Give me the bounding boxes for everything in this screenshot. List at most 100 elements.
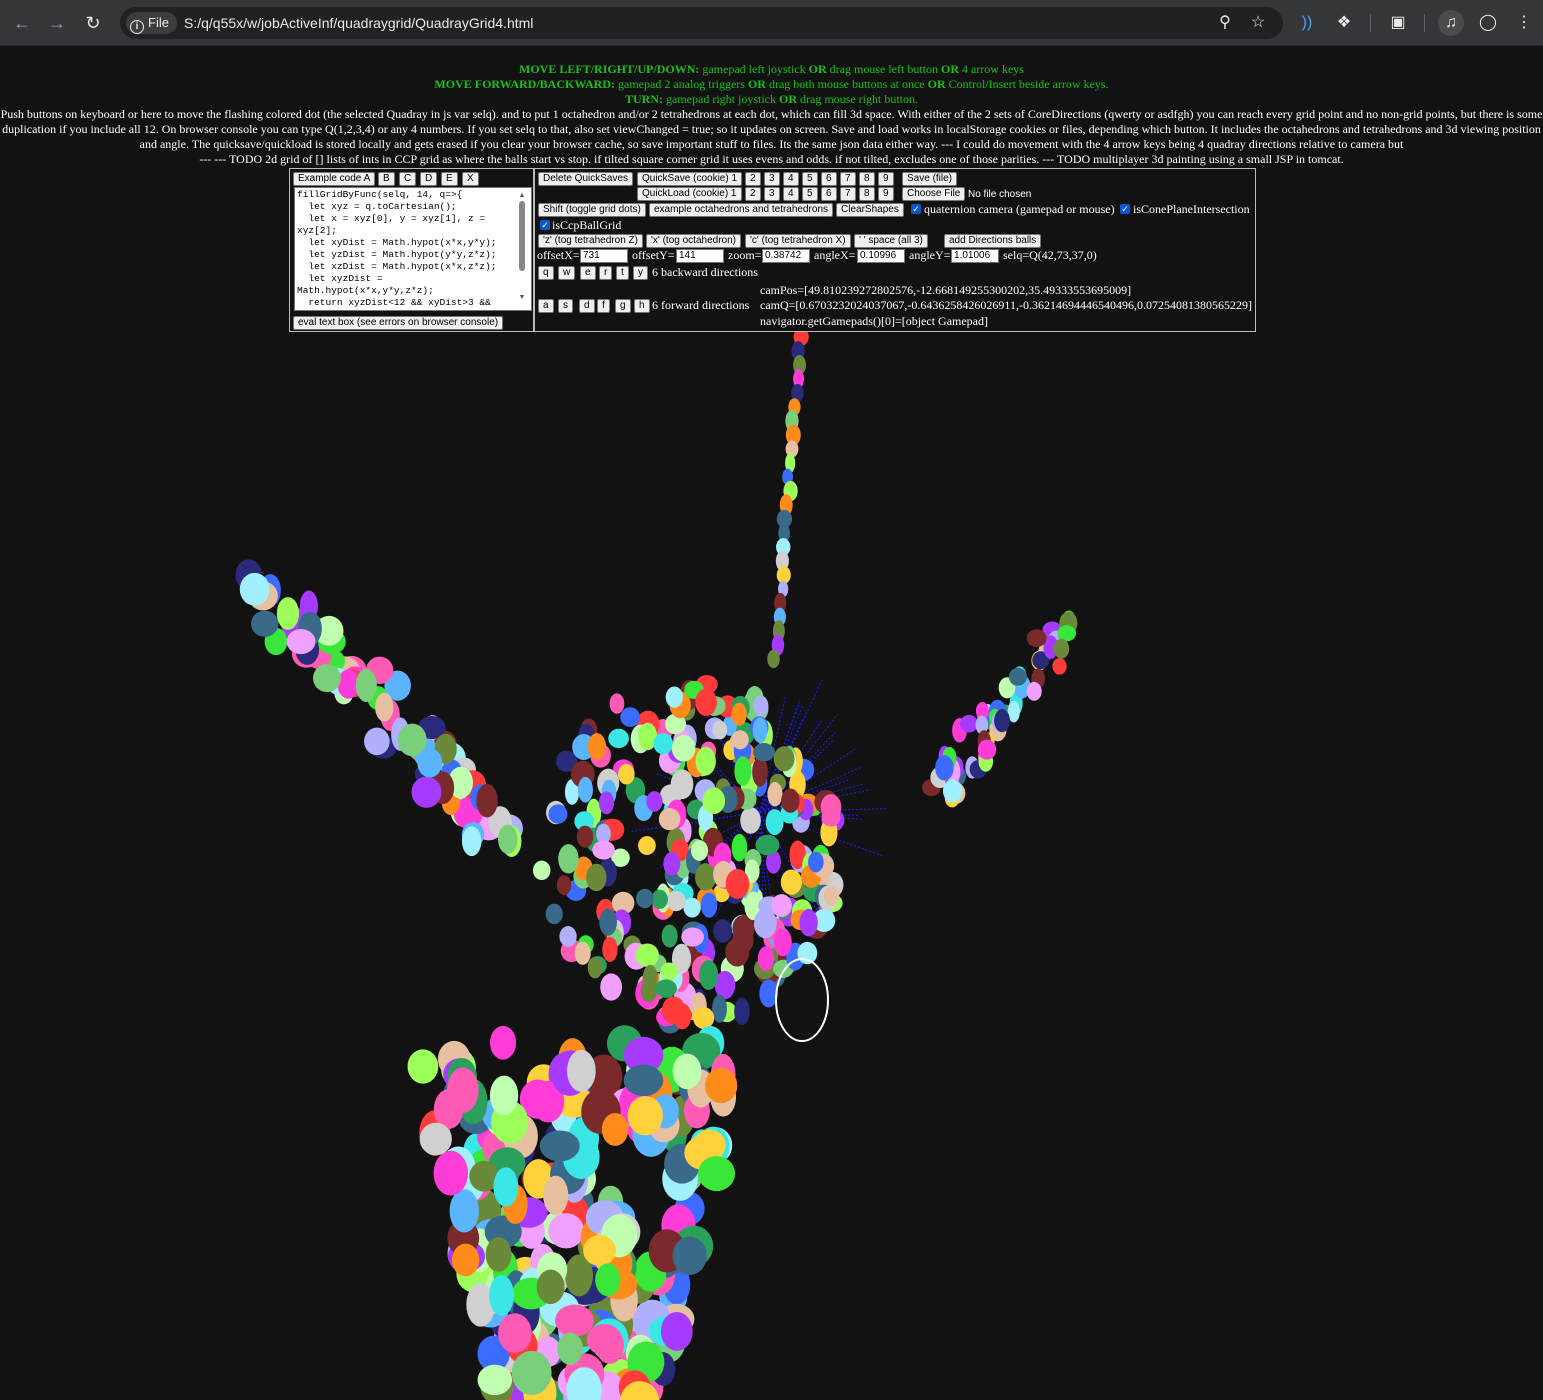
media-icon[interactable]: ♫ [1438,10,1464,36]
menu-icon[interactable]: ⋮ [1511,10,1537,36]
key-w-button[interactable]: w [558,266,576,280]
quicksave-4-button[interactable]: 4 [783,172,799,186]
grid-ball [1053,638,1070,659]
quaternion-camera-checkbox[interactable]: ✓ [911,204,921,214]
site-chip-label: File [148,15,169,30]
quickload-4-button[interactable]: 4 [783,187,799,201]
forward-directions-label: 6 forward directions [652,298,750,312]
grid-ball [753,695,769,717]
grid-ball [598,791,614,815]
star-icon[interactable]: ☆ [1248,13,1268,33]
offsety-input[interactable]: 141 [676,249,724,263]
quicksave-2-button[interactable]: 2 [745,172,761,186]
grid-ball [781,788,800,813]
scroll-thumb[interactable] [519,201,525,271]
tog-octahedron-button[interactable]: 'x' (tog octahedron) [646,234,741,248]
eval-button[interactable]: eval text box (see errors on browser con… [293,316,504,330]
quickload-7-button[interactable]: 7 [840,187,856,201]
key-g-button[interactable]: g [615,299,631,313]
ccp-ball-grid-checkbox[interactable]: ✓ [540,220,550,230]
grid-ball [977,739,997,760]
grid-ball [731,702,747,726]
scroll-up-icon[interactable]: ▲ [518,191,526,199]
grid-ball [313,664,341,693]
quickload-5-button[interactable]: 5 [802,187,818,201]
quickload-2-button[interactable]: 2 [745,187,761,201]
delete-quicksaves-button[interactable]: Delete QuickSaves [538,172,634,186]
grid-ball [543,1175,569,1216]
add-directions-button[interactable]: add Directions balls [944,234,1042,248]
quicksave-3-button[interactable]: 3 [764,172,780,186]
forward-icon[interactable]: → [44,10,70,36]
grid-ball [660,962,678,981]
quicksave-8-button[interactable]: 8 [859,172,875,186]
example-code-x-button[interactable]: X [462,172,479,186]
quicksave-9-button[interactable]: 9 [878,172,894,186]
quickload-3-button[interactable]: 3 [764,187,780,201]
grid-ball [666,890,686,912]
angley-input[interactable]: 1.01006 [951,249,999,263]
example-code-a-button[interactable]: Example code A [293,172,376,186]
puzzle-icon[interactable]: ❖ [1331,10,1357,36]
quadray-3d-canvas[interactable] [0,332,1543,1400]
grid-ball [574,941,591,965]
key-r-button[interactable]: r [599,266,613,280]
grid-ball [808,851,824,873]
extension-icon[interactable]: )) [1294,10,1320,36]
key-a-button[interactable]: a [538,299,554,313]
address-bar[interactable]: i File S:/q/q55x/w/jobActiveInf/quadraygr… [120,7,1283,39]
example-code-b-button[interactable]: B [378,172,395,186]
key-d-button[interactable]: d [579,299,595,313]
zoom-icon[interactable]: ⚲ [1215,13,1235,33]
url-text[interactable]: S:/q/q55x/w/jobActiveInf/quadraygrid/Qua… [184,7,533,39]
quicksave-7-button[interactable]: 7 [840,172,856,186]
offsetx-input[interactable]: 731 [580,249,628,263]
zoom-input[interactable]: 0.38742 [762,249,810,263]
key-t-button[interactable]: t [616,266,629,280]
site-info-chip[interactable]: i File [126,12,177,34]
save-file-button[interactable]: Save (file) [902,172,958,186]
grid-ball [655,979,677,998]
key-f-button[interactable]: f [597,299,610,313]
code-scrollbar[interactable]: ▲ ▼ [518,191,526,301]
shift-toggle-grid-button[interactable]: Shift (toggle grid dots) [538,203,646,217]
toolbar-divider [1370,14,1371,32]
example-code-c-button[interactable]: C [399,172,417,186]
quickload-9-button[interactable]: 9 [878,187,894,201]
quickload-1-button[interactable]: QuickLoad (cookie) 1 [637,187,742,201]
quicksave-1-button[interactable]: QuickSave (cookie) 1 [637,172,743,186]
grid-ball [672,1236,707,1275]
tog-tetrahedron-z-button[interactable]: 'z' (tog tetrahedron Z) [538,234,643,248]
reload-icon[interactable]: ↻ [80,10,106,36]
example-octahedrons-button[interactable]: example octahedrons and tetrahedrons [649,203,834,217]
grid-ball [752,717,768,743]
anglex-input[interactable]: 0.10996 [857,249,905,263]
quickload-8-button[interactable]: 8 [859,187,875,201]
choose-file-button[interactable]: Choose File [902,187,966,201]
clear-shapes-button[interactable]: ClearShapes [836,203,904,217]
quicksave-6-button[interactable]: 6 [821,172,837,186]
tab-search-icon[interactable]: ▣ [1385,10,1411,36]
key-y-button[interactable]: y [633,266,648,280]
scroll-down-icon[interactable]: ▼ [518,293,526,301]
key-h-button[interactable]: h [634,299,650,313]
grid-ball [587,956,603,979]
todo-text: --- --- TODO 2d grid of [] lists of ints… [199,152,1344,166]
key-s-button[interactable]: s [558,299,573,313]
grid-ball [753,743,776,762]
quickload-6-button[interactable]: 6 [821,187,837,201]
space-all-button[interactable]: ' ' space (all 3) [854,234,928,248]
code-textarea[interactable]: fillGridByFunc(selq, 14, q=>{ let xyz = … [294,187,532,311]
cone-plane-checkbox[interactable]: ✓ [1120,204,1130,214]
grid-ball [670,769,694,800]
tog-tetrahedron-x-button[interactable]: 'c' (tog tetrahedron X) [745,234,851,248]
example-code-e-button[interactable]: E [441,172,458,186]
example-code-d-button[interactable]: D [420,172,438,186]
key-q-button[interactable]: q [538,266,554,280]
quicksave-5-button[interactable]: 5 [802,172,818,186]
key-e-button[interactable]: e [580,266,596,280]
back-icon[interactable]: ← [9,10,35,36]
grid-ball [695,746,716,776]
grid-ball [767,781,783,807]
profile-icon[interactable]: ◯ [1475,10,1501,36]
